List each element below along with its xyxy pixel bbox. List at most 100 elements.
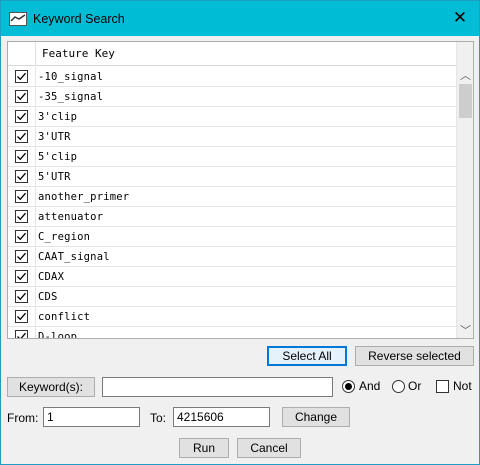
list-item-checkbox-cell (8, 106, 36, 127)
check-icon (17, 312, 26, 321)
check-icon (17, 292, 26, 301)
list-item[interactable]: CDS (8, 286, 456, 307)
list-item-label: 3'clip (38, 110, 78, 123)
not-label: Not (453, 379, 472, 393)
header-feature-key: Feature Key (42, 47, 115, 60)
check-icon (17, 332, 26, 338)
list-item-label: attenuator (38, 210, 104, 223)
list-item-label: 5'UTR (38, 170, 71, 183)
list-item-checkbox-cell (8, 306, 36, 327)
list-item-label: 3'UTR (38, 130, 71, 143)
check-icon (17, 252, 26, 261)
list-item[interactable]: 5'clip (8, 146, 456, 167)
check-icon (17, 192, 26, 201)
list-item-checkbox[interactable] (15, 210, 28, 223)
list-item-checkbox-cell (8, 186, 36, 207)
list-item-label: conflict (38, 310, 91, 323)
list-item-checkbox[interactable] (15, 150, 28, 163)
check-icon (17, 232, 26, 241)
list-item-checkbox[interactable] (15, 110, 28, 123)
list-item-checkbox-cell (8, 126, 36, 147)
to-label: To: (150, 411, 167, 425)
cancel-button[interactable]: Cancel (237, 438, 301, 458)
list-item-checkbox-cell (8, 206, 36, 227)
list-item-checkbox[interactable] (15, 170, 28, 183)
list-item-checkbox-cell (8, 226, 36, 247)
close-icon[interactable]: ✕ (451, 8, 469, 27)
keyword-input[interactable] (102, 377, 333, 397)
list-item[interactable]: 5'UTR (8, 166, 456, 187)
to-input[interactable]: 4215606 (173, 407, 270, 427)
change-button[interactable]: Change (282, 407, 350, 427)
check-icon (17, 132, 26, 141)
list-item-checkbox[interactable] (15, 230, 28, 243)
list-item-label: -10_signal (38, 70, 104, 83)
title-bar: Keyword Search ✕ (1, 1, 479, 36)
list-item-label: D-loop (38, 330, 78, 339)
check-icon (17, 112, 26, 121)
list-item[interactable]: C_region (8, 226, 456, 247)
list-item-label: C_region (38, 230, 91, 243)
feature-key-list[interactable]: Feature Key -10_signal -35_signal 3'clip 3'… (7, 41, 474, 339)
list-item-checkbox-cell (8, 246, 36, 267)
scroll-up-icon[interactable]: ︿ (457, 66, 473, 83)
list-item[interactable]: CAAT_signal (8, 246, 456, 267)
list-item-label: -35_signal (38, 90, 104, 103)
list-item[interactable]: 3'clip (8, 106, 456, 127)
list-item-checkbox-cell (8, 86, 36, 107)
or-label: Or (408, 379, 422, 393)
not-checkbox[interactable] (436, 380, 449, 393)
list-item-checkbox-cell (8, 166, 36, 187)
scroll-thumb[interactable] (459, 84, 472, 118)
list-item-checkbox-cell (8, 326, 36, 338)
list-item-label: CDAX (38, 270, 65, 283)
list-item[interactable]: 3'UTR (8, 126, 456, 147)
list-item-checkbox[interactable] (15, 290, 28, 303)
list-item-checkbox-cell (8, 286, 36, 307)
list-item-checkbox[interactable] (15, 330, 28, 338)
list-item[interactable]: conflict (8, 306, 456, 327)
run-button[interactable]: Run (179, 438, 229, 458)
and-label: And (359, 379, 381, 393)
reverse-selected-button[interactable]: Reverse selected (355, 346, 474, 366)
list-item[interactable]: CDAX (8, 266, 456, 287)
or-radio[interactable] (392, 380, 405, 393)
list-item-checkbox-cell (8, 66, 36, 87)
keywords-button[interactable]: Keyword(s): (7, 377, 95, 397)
list-item-checkbox[interactable] (15, 310, 28, 323)
app-icon (9, 11, 27, 26)
scroll-down-icon[interactable]: ﹀ (457, 321, 473, 338)
list-item-label: CDS (38, 290, 58, 303)
from-input[interactable]: 1 (43, 407, 140, 427)
list-item-checkbox[interactable] (15, 130, 28, 143)
list-header: Feature Key (8, 42, 456, 66)
from-label: From: (7, 411, 39, 425)
list-item[interactable]: another_primer (8, 186, 456, 207)
list-item-checkbox-cell (8, 266, 36, 287)
list-item[interactable]: D-loop (8, 326, 456, 339)
header-check-column (8, 42, 36, 66)
list-item-checkbox[interactable] (15, 250, 28, 263)
check-icon (17, 212, 26, 221)
list-item-label: 5'clip (38, 150, 78, 163)
check-icon (17, 172, 26, 181)
check-icon (17, 92, 26, 101)
check-icon (17, 152, 26, 161)
list-item[interactable]: -35_signal (8, 86, 456, 107)
list-rows: -10_signal -35_signal 3'clip 3'UTR 5'clip 5'U… (8, 66, 456, 339)
list-item-checkbox[interactable] (15, 270, 28, 283)
list-item-label: another_primer (38, 190, 130, 203)
list-item-checkbox[interactable] (15, 90, 28, 103)
list-item-label: CAAT_signal (38, 250, 110, 263)
check-icon (17, 72, 26, 81)
list-item-checkbox-cell (8, 146, 36, 167)
list-item-checkbox[interactable] (15, 70, 28, 83)
list-item[interactable]: -10_signal (8, 66, 456, 87)
list-scrollbar[interactable]: ︿ ﹀ (456, 42, 473, 338)
keyword-search-dialog: Keyword Search ✕ Feature Key -10_signal -… (0, 0, 480, 465)
list-item[interactable]: attenuator (8, 206, 456, 227)
list-item-checkbox[interactable] (15, 190, 28, 203)
select-all-button[interactable]: Select All (267, 346, 347, 366)
check-icon (17, 272, 26, 281)
and-radio[interactable] (342, 380, 355, 393)
